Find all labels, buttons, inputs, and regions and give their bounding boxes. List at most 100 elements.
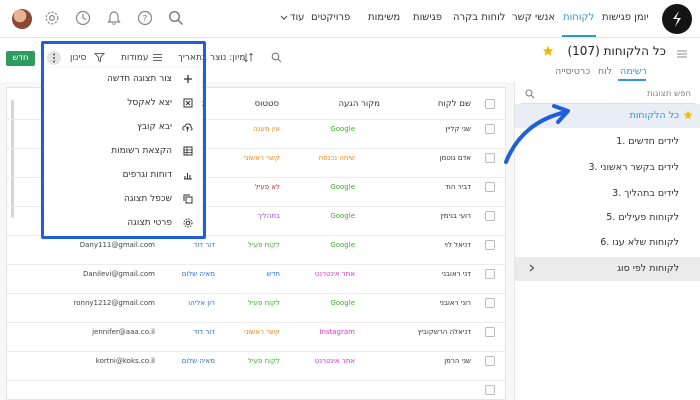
menu-item-view-details[interactable]: פרטי תצוגה: [43, 212, 202, 236]
columns-icon[interactable]: [152, 52, 163, 63]
row-divider: [7, 293, 505, 294]
nav-tasks[interactable]: משימות: [368, 12, 400, 23]
cell-email: jennifer@aaa.co.il: [92, 328, 155, 336]
cell-customer-name[interactable]: דביר הוד: [445, 183, 471, 191]
row-checkbox[interactable]: [485, 356, 495, 366]
nav-meetings-calendar[interactable]: יומן פגישות: [602, 12, 649, 23]
table-scrollbar[interactable]: [11, 100, 14, 218]
cell-customer-name[interactable]: דניאלה הרשקוביץ: [418, 328, 471, 336]
cell-customer-name[interactable]: דני ראובני: [442, 270, 471, 278]
tab-active-underline: [618, 79, 646, 81]
sidebar-item-label: 6. לקוחות שלא ענו: [600, 237, 679, 248]
cell-status[interactable]: בתהליך: [257, 212, 280, 220]
star-icon[interactable]: [683, 110, 693, 120]
cell-customer-name[interactable]: אדם גוטמן: [440, 154, 471, 162]
cell-status[interactable]: לקוח פעיל: [248, 299, 280, 307]
nav-projects[interactable]: פרויקטים: [311, 12, 350, 23]
sort-button[interactable]: מיון: נוצר בתאריך: [178, 53, 245, 63]
row-divider: [7, 264, 505, 265]
cell-status[interactable]: לא פעיל: [255, 183, 280, 191]
menu-item-assign-records[interactable]: הקצאת רשומות: [43, 140, 202, 164]
nav-dashboards[interactable]: לוחות בקרה: [453, 12, 505, 23]
top-navigation-bar: יומן פגישות לקוחות אנשי קשר לוחות בקרה פ…: [0, 0, 700, 38]
search-icon[interactable]: [168, 10, 184, 26]
help-icon[interactable]: ?: [137, 10, 153, 26]
cell-manager[interactable]: מאיה שלום: [182, 357, 215, 365]
menu-item-label: הקצאת רשומות: [111, 146, 172, 156]
cell-customer-name[interactable]: דניאל לוי: [444, 241, 471, 249]
sidebar-item-label: 5. לקוחות פעילים: [606, 212, 679, 223]
sidebar-item-label: לקוחות לפי סוג: [617, 263, 679, 274]
table-search-icon[interactable]: [271, 52, 282, 63]
bell-icon[interactable]: [106, 10, 122, 26]
cell-customer-name[interactable]: שני הרמן: [444, 357, 471, 365]
cell-status[interactable]: לקוח פעיל: [248, 241, 280, 249]
annotation-arrow: [504, 104, 570, 164]
cell-status[interactable]: חדש: [267, 270, 280, 278]
favorite-star-icon[interactable]: [542, 45, 554, 57]
row-checkbox[interactable]: [485, 182, 495, 192]
sidebar-item-unanswered-customers[interactable]: 6. לקוחות שלא ענו: [515, 231, 700, 255]
row-checkbox[interactable]: [485, 269, 495, 279]
sidebar-group-by-type[interactable]: לקוחות לפי סוג: [515, 257, 700, 281]
menu-item-reports[interactable]: דוחות וגרפים: [43, 164, 202, 188]
cell-status[interactable]: קשר ראשוני: [244, 154, 280, 162]
filter-icon[interactable]: [94, 52, 105, 63]
cell-source: אתר אינטרנט: [314, 357, 355, 365]
cell-status[interactable]: קשר ראשוני: [244, 328, 280, 336]
cell-manager[interactable]: רון אליהו: [188, 299, 215, 307]
cell-status[interactable]: אין מענה: [253, 125, 280, 133]
cell-manager[interactable]: דור דוד: [194, 241, 215, 249]
nav-customers[interactable]: לקוחות: [563, 12, 594, 23]
column-header-status[interactable]: סטטוס: [255, 99, 279, 109]
menu-item-import-file[interactable]: יבא קובץ: [43, 116, 202, 140]
select-all-checkbox[interactable]: [485, 99, 495, 109]
gear-icon[interactable]: [44, 10, 60, 26]
row-checkbox[interactable]: [485, 124, 495, 134]
tab-card[interactable]: כרטיסייה: [555, 66, 590, 77]
sidebar-item-active-customers[interactable]: 5. לקוחות פעילים: [515, 206, 700, 230]
nav-more[interactable]: עוד: [290, 12, 304, 23]
row-checkbox[interactable]: [485, 153, 495, 163]
cell-email: ronny1212@gmail.com: [73, 299, 155, 307]
row-checkbox[interactable]: [485, 385, 495, 395]
nav-meetings[interactable]: פגישות: [413, 12, 442, 23]
new-record-button[interactable]: חדש: [6, 51, 35, 66]
cell-customer-name[interactable]: רועי בנימין: [440, 212, 471, 220]
row-checkbox[interactable]: [485, 240, 495, 250]
cell-email: Dany111@gmail.com: [79, 241, 155, 249]
filter-button[interactable]: סינון: [70, 53, 86, 63]
clock-icon[interactable]: [75, 10, 91, 26]
tab-board[interactable]: לוח: [598, 66, 612, 77]
cell-status[interactable]: לקוח פעיל: [248, 357, 280, 365]
nav-contacts[interactable]: אנשי קשר: [512, 12, 555, 23]
sidebar-item-in-process-leads[interactable]: 3. לידים בתהליך: [515, 182, 700, 206]
tab-list[interactable]: רשימה: [620, 66, 647, 77]
cell-source: Google: [330, 125, 355, 133]
column-header-source[interactable]: מקור הגעה: [338, 99, 380, 109]
menu-item-create-view[interactable]: צור תצוגה חדשה: [43, 68, 202, 92]
cell-source: Google: [330, 183, 355, 191]
chevron-down-icon[interactable]: [280, 15, 288, 21]
row-checkbox[interactable]: [485, 211, 495, 221]
more-options-icon[interactable]: [47, 51, 61, 65]
cell-source: Google: [330, 299, 355, 307]
menu-item-duplicate-view[interactable]: שכפל תצוגה: [43, 188, 202, 212]
columns-button[interactable]: עמודות: [121, 53, 148, 63]
menu-item-label: דוחות וגרפים: [122, 170, 172, 180]
sidebar-item-label: 3. לידים בתהליך: [612, 188, 679, 199]
row-checkbox[interactable]: [485, 298, 495, 308]
cell-customer-name[interactable]: רוני ראובני: [440, 299, 471, 307]
menu-lines-icon[interactable]: [676, 49, 688, 59]
menu-item-export-excel[interactable]: יצא לאקסל: [43, 92, 202, 116]
chevron-right-icon[interactable]: [529, 264, 535, 272]
column-header-name[interactable]: שם לקוח: [438, 99, 471, 109]
app-logo[interactable]: [662, 4, 692, 34]
cell-manager[interactable]: דור דוד: [194, 328, 215, 336]
row-checkbox[interactable]: [485, 327, 495, 337]
page-title: כל הלקוחות (107): [567, 44, 666, 58]
cell-customer-name[interactable]: שני קליין: [445, 125, 471, 133]
plus-icon: [183, 74, 193, 84]
avatar[interactable]: [12, 9, 32, 29]
cell-manager[interactable]: מאיה שלום: [182, 270, 215, 278]
